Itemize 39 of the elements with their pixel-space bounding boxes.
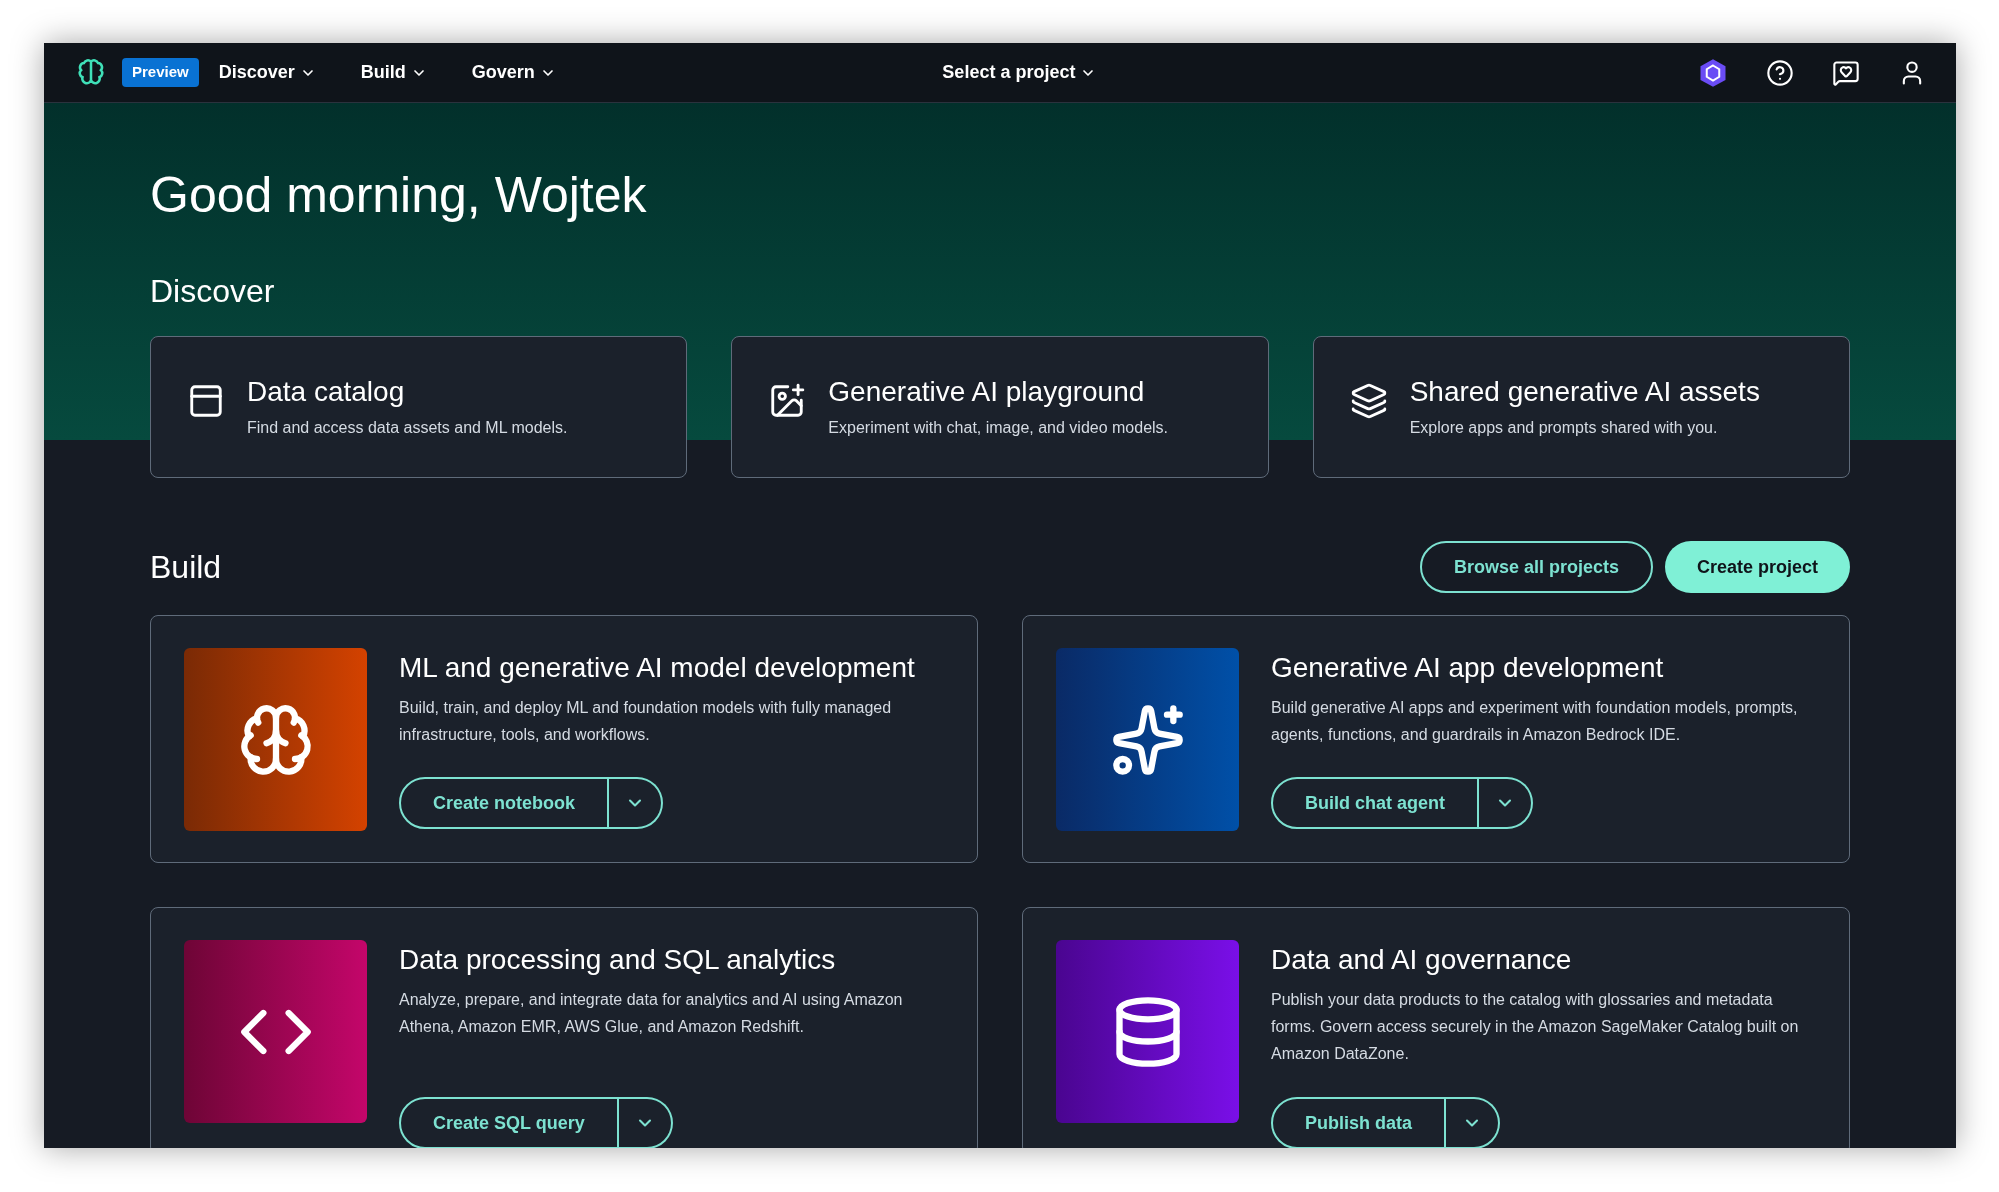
card-description: Publish your data products to the catalog with glossaries and metadata forms. Govern access securely in the Amazon SageMaker Catalog built on Amazon DataZone.	[1271, 990, 1800, 1064]
section-heading: Build	[150, 548, 223, 587]
discover-card[interactable]: Generative AI playground Experiment with chat, image, and video models.	[731, 336, 1269, 478]
action-button[interactable]: Create notebook	[399, 777, 610, 829]
card-title: Data catalog	[247, 375, 406, 409]
card-description: Find and access data assets and ML models.	[247, 418, 568, 438]
greeting-heading: Good morning, Wojtek	[150, 166, 648, 225]
card-title: Data and AI governance	[1271, 943, 1573, 977]
card-description: Experiment with chat, image, and video models.	[828, 418, 1169, 438]
feedback-icon[interactable]	[1832, 58, 1860, 87]
preview-badge: Preview	[122, 58, 199, 87]
card-title: Shared generative AI assets	[1409, 375, 1760, 409]
nav-menu[interactable]: Discover	[218, 59, 316, 86]
card-description: Explore apps and prompts shared with you.	[1409, 418, 1719, 438]
discover-card[interactable]: Shared generative AI assets Explore apps and prompts shared with you.	[1312, 336, 1850, 478]
hexagon-badge-icon[interactable]	[1698, 57, 1728, 88]
action-button[interactable]: Build chat agent	[1271, 777, 1479, 829]
nav-menu[interactable]: Govern	[471, 59, 556, 86]
browse-projects-button[interactable]: Browse all projects	[1419, 541, 1653, 593]
card-title: Generative AI playground	[828, 375, 1146, 409]
card-description: Build, train, and deploy ML and foundation models with fully managed infrastructure, tools, and workflows.	[399, 698, 893, 745]
card-description: Analyze, prepare, and integrate data for analytics and AI using Amazon Athena, Amazon EMR, AWS Glue, and Amazon Redshift.	[399, 990, 904, 1037]
nav-menu[interactable]: Build	[360, 59, 427, 86]
discover-card[interactable]: Data catalog Find and access data assets and ML models.	[150, 336, 688, 478]
dropdown-button[interactable]	[609, 777, 664, 829]
card-title: Data processing and SQL analytics	[399, 943, 837, 977]
layers-icon	[1349, 382, 1388, 420]
action-button[interactable]: Publish data	[1271, 1097, 1446, 1148]
dropdown-button[interactable]	[1446, 1097, 1500, 1148]
card-title: ML and generative AI model development	[399, 651, 916, 685]
help-icon[interactable]	[1766, 58, 1794, 87]
section-heading: Discover	[150, 272, 276, 311]
create-project-button[interactable]: Create project	[1664, 541, 1850, 593]
project-select[interactable]: Select a project	[942, 59, 1097, 86]
card-description: Build generative AI apps and experiment with foundation models, prompts, agents, functions, and guardrails in Amazon Bedrock IDE.	[1271, 698, 1799, 745]
card-title: Generative AI app development	[1271, 651, 1665, 685]
dropdown-button[interactable]	[1479, 777, 1533, 829]
action-button[interactable]: Create SQL query	[399, 1097, 619, 1148]
dropdown-button[interactable]	[618, 1097, 673, 1148]
